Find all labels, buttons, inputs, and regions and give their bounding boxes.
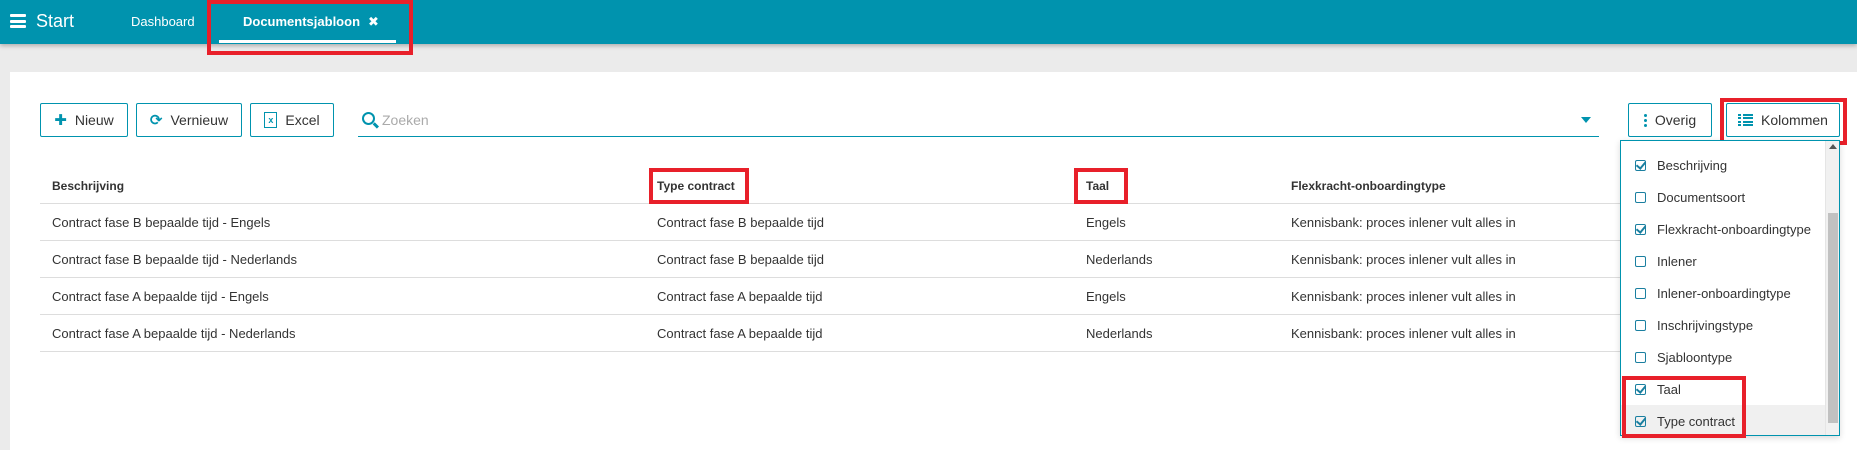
new-button-label: Nieuw <box>74 112 114 128</box>
cell-type-contract: Contract fase B bepaalde tijd <box>657 251 824 267</box>
tab-documentsjabloon-label: Documentsjabloon <box>243 14 361 29</box>
cell-flexkracht-onboardingtype: Kennisbank: proces inlener vult alles in <box>1291 251 1516 267</box>
column-option-label: Taal <box>1657 381 1681 397</box>
column-option-inlener-onboardingtype[interactable]: Inlener-onboardingtype <box>1621 277 1825 309</box>
cell-taal: Engels <box>1086 214 1126 230</box>
column-option-label: Inlener-onboardingtype <box>1657 285 1791 301</box>
checkbox-unchecked-icon[interactable] <box>1635 351 1646 363</box>
column-chooser-dropdown: Beschrijving Documentsoort Flexkracht-on… <box>1620 140 1840 436</box>
refresh-icon: ⟳ <box>149 112 163 129</box>
scroll-up-arrow-icon[interactable] <box>1829 144 1837 149</box>
table-header-row: Beschrijving Type contract Taal Flexkrac… <box>40 168 1628 204</box>
column-option-sjabloontype[interactable]: Sjabloontype <box>1621 341 1825 373</box>
search-bar <box>358 103 1599 137</box>
checkbox-unchecked-icon[interactable] <box>1635 287 1646 299</box>
active-tab-indicator <box>219 40 396 43</box>
column-option-documentsoort[interactable]: Documentsoort <box>1621 181 1825 213</box>
column-header-flexkracht-onboardingtype[interactable]: Flexkracht-onboardingtype <box>1291 168 1446 203</box>
checkbox-checked-icon[interactable] <box>1635 415 1646 427</box>
columns-button-label: Kolommen <box>1761 112 1828 128</box>
plus-icon: ✚ <box>54 112 67 129</box>
cell-type-contract: Contract fase A bepaalde tijd <box>657 325 823 341</box>
cell-type-contract: Contract fase B bepaalde tijd <box>657 214 824 230</box>
search-dropdown-caret-icon[interactable] <box>1581 117 1591 123</box>
column-option-beschrijving[interactable]: Beschrijving <box>1621 149 1825 181</box>
other-button[interactable]: Overig <box>1628 103 1712 137</box>
column-option-flexkracht-onboardingtype[interactable]: Flexkracht-onboardingtype <box>1621 213 1825 245</box>
column-option-type-contract[interactable]: Type contract <box>1621 405 1825 435</box>
column-header-type-contract[interactable]: Type contract <box>657 168 735 203</box>
hamburger-menu-icon[interactable] <box>10 14 26 28</box>
table-row[interactable]: Contract fase B bepaalde tijd - Nederlan… <box>40 241 1628 278</box>
excel-export-button[interactable]: x Excel <box>250 103 334 137</box>
column-option-label: Inschrijvingstype <box>1657 317 1754 333</box>
cell-flexkracht-onboardingtype: Kennisbank: proces inlener vult alles in <box>1291 288 1516 304</box>
cell-beschrijving: Contract fase A bepaalde tijd - Engels <box>52 288 269 304</box>
columns-button[interactable]: Kolommen <box>1726 103 1840 137</box>
column-option-inlener[interactable]: Inlener <box>1621 245 1825 277</box>
tab-documentsjabloon[interactable]: Documentsjabloon ✖ <box>243 14 379 30</box>
checkbox-unchecked-icon[interactable] <box>1635 319 1646 331</box>
cell-taal: Nederlands <box>1086 251 1153 267</box>
column-option-inschrijvingstype[interactable]: Inschrijvingstype <box>1621 309 1825 341</box>
scrollbar-thumb[interactable] <box>1828 213 1838 423</box>
column-option-label: Type contract <box>1657 413 1736 429</box>
column-header-beschrijving[interactable]: Beschrijving <box>52 168 124 203</box>
dropdown-scrollbar[interactable] <box>1825 141 1839 435</box>
column-option-label: Inlener <box>1657 253 1697 269</box>
start-link[interactable]: Start <box>36 11 74 32</box>
checkbox-checked-icon[interactable] <box>1635 223 1646 235</box>
excel-button-label: Excel <box>285 112 320 128</box>
cell-beschrijving: Contract fase B bepaalde tijd - Engels <box>52 214 271 230</box>
column-option-label: Documentsoort <box>1657 189 1746 205</box>
cell-type-contract: Contract fase A bepaalde tijd <box>657 288 823 304</box>
other-button-label: Overig <box>1654 112 1697 128</box>
list-icon <box>1738 114 1754 126</box>
checkbox-unchecked-icon[interactable] <box>1635 255 1646 267</box>
search-input[interactable] <box>382 109 1562 131</box>
new-button[interactable]: ✚ Nieuw <box>40 103 128 137</box>
cell-taal: Engels <box>1086 288 1126 304</box>
vertical-dots-icon <box>1643 113 1647 127</box>
cell-flexkracht-onboardingtype: Kennisbank: proces inlener vult alles in <box>1291 325 1516 341</box>
column-option-taal[interactable]: Taal <box>1621 373 1825 405</box>
top-navigation-bar: Start Dashboard Documentsjabloon ✖ <box>0 0 1857 44</box>
checkbox-checked-icon[interactable] <box>1635 383 1646 395</box>
column-option-label: Beschrijving <box>1657 157 1728 173</box>
excel-file-icon: x <box>264 112 278 128</box>
checkbox-checked-icon[interactable] <box>1635 159 1646 171</box>
column-option-label: Flexkracht-onboardingtype <box>1657 221 1811 237</box>
cell-flexkracht-onboardingtype: Kennisbank: proces inlener vult alles in <box>1291 214 1516 230</box>
search-icon <box>362 112 375 125</box>
table-row[interactable]: Contract fase A bepaalde tijd - Nederlan… <box>40 315 1628 352</box>
column-option-label: Sjabloontype <box>1657 349 1733 365</box>
refresh-button[interactable]: ⟳ Vernieuw <box>136 103 242 137</box>
close-tab-icon[interactable]: ✖ <box>368 14 379 29</box>
column-header-taal[interactable]: Taal <box>1086 168 1109 203</box>
tab-dashboard[interactable]: Dashboard <box>131 14 195 29</box>
refresh-button-label: Vernieuw <box>170 112 229 128</box>
cell-taal: Nederlands <box>1086 325 1153 341</box>
cell-beschrijving: Contract fase B bepaalde tijd - Nederlan… <box>52 251 297 267</box>
cell-beschrijving: Contract fase A bepaalde tijd - Nederlan… <box>52 325 296 341</box>
table-row[interactable]: Contract fase A bepaalde tijd - Engels C… <box>40 278 1628 315</box>
table-row[interactable]: Contract fase B bepaalde tijd - Engels C… <box>40 204 1628 241</box>
data-table: Beschrijving Type contract Taal Flexkrac… <box>40 168 1628 352</box>
checkbox-unchecked-icon[interactable] <box>1635 191 1646 203</box>
